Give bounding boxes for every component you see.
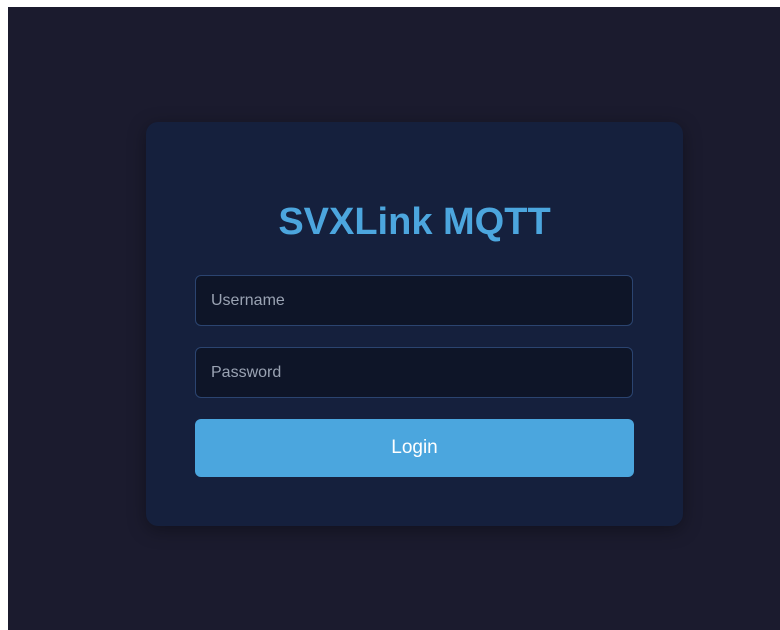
page-background: SVXLink MQTT Login (8, 7, 780, 630)
login-card: SVXLink MQTT Login (146, 122, 683, 526)
app-title: SVXLink MQTT (278, 201, 551, 243)
password-input[interactable] (195, 347, 633, 398)
username-input[interactable] (195, 275, 633, 326)
login-button[interactable]: Login (195, 419, 634, 477)
